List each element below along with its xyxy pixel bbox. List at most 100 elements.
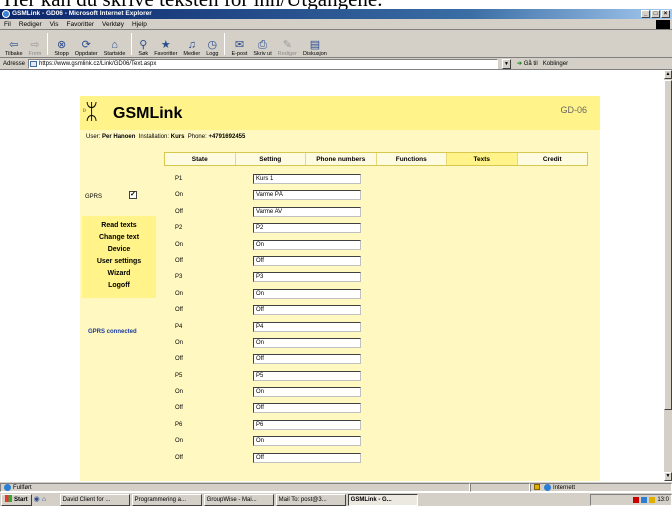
text-input[interactable]: Kurs 1 [253,174,361,184]
text-row-label: Off [175,307,183,314]
tab-credit[interactable]: Credit [518,153,588,165]
text-row: P3 P3 [164,270,588,286]
forward-arrow-icon: ⇨ [30,39,40,51]
menu-help[interactable]: Hjelp [132,21,147,28]
text-row-label: P1 [175,176,183,182]
maximize-button[interactable]: □ [651,10,660,18]
tray-network-icon[interactable] [641,496,648,503]
toolbar-button-oppdater[interactable]: ⟳ Oppdater [72,31,101,57]
address-input[interactable]: https://www.gsmlink.cz/Link/GD06/Text.as… [28,58,499,69]
text-input[interactable]: Off [253,255,361,266]
text-row-label: Off [175,405,183,412]
toolbar-button-diskusjon[interactable]: ▤ Diskusjon [300,31,330,57]
links-button[interactable]: Koblinger [543,61,568,67]
window-title-bar[interactable]: GSMLink - GD06 - Microsoft Internet Expl… [0,9,672,19]
toolbar-button-stopp[interactable]: ⊗ Stopp [51,31,71,57]
toolbar-separator [47,33,49,55]
start-label: Start [14,496,28,503]
scroll-down-button[interactable]: ▼ [664,472,672,481]
text-input[interactable]: Off [253,403,361,414]
close-button[interactable]: × [661,10,670,18]
side-menu-device[interactable]: Device [82,244,156,256]
text-row: P4 P4 [164,320,588,336]
scroll-thumb[interactable] [664,80,672,410]
scroll-up-button[interactable]: ▲ [664,70,672,79]
text-row: Off Varme AV [164,205,588,221]
toolbar-button-tilbake[interactable]: ⇦ Tilbake [2,31,26,57]
menu-tools[interactable]: Verktøy [102,21,124,28]
menu-view[interactable]: Vis [50,21,59,28]
toolbar-button-rediger[interactable]: ✎ Rediger [275,31,300,57]
taskbar-task-button[interactable]: Mail To: post@3... [275,493,346,506]
toolbar-label: Stopp [54,51,69,57]
gprs-checkbox[interactable]: ✓ [129,191,137,199]
taskbar-task-button[interactable]: GSMLink - G... [347,493,418,506]
back-arrow-icon: ⇦ [9,39,19,51]
side-menu-change-text[interactable]: Change text [82,232,156,244]
address-dropdown-button[interactable]: ▼ [502,58,512,69]
toolbar-label: Rediger [277,51,297,57]
status-text-cell: Fullført [0,482,470,492]
text-input[interactable]: Varme PÅ [253,190,361,201]
menu-bar: Fil Rediger Vis Favoritter Verktøy Hjelp [0,19,672,30]
text-input[interactable]: Varme AV [253,206,361,217]
toolbar-button-logg[interactable]: ◷ Logg [203,31,221,57]
text-input[interactable]: P3 [253,272,361,283]
text-row-label: On [175,339,184,346]
side-menu-logoff[interactable]: Logoff [82,280,156,292]
toolbar-button-medier[interactable]: ♫ Medier [180,31,203,57]
menu-file[interactable]: Fil [4,21,11,28]
text-row-label: P2 [175,225,183,232]
edit-icon: ✎ [282,39,292,51]
text-row: On On [164,434,588,450]
toolbar-label: Oppdater [74,51,98,57]
tab-bar: State Setting Phone numbers Functions Texts C… [164,152,588,166]
toolbar-button-frem[interactable]: ⇨ Frem [26,31,45,57]
text-input[interactable]: On [253,337,361,348]
tab-phone-numbers[interactable]: Phone numbers [306,153,377,165]
text-input[interactable]: P6 [253,419,361,430]
toolbar-button-startside[interactable]: ⌂ Startside [101,31,129,57]
gsmlink-page: )) ᛯ GSMLink GD-06 User: Per Hanoen Insta… [80,96,600,481]
menu-favorites[interactable]: Favoritter [67,21,94,28]
toolbar-button-skriv-ut[interactable]: ⎙ Skriv ut [250,31,274,57]
side-menu-wizard[interactable]: Wizard [82,268,156,280]
tray-volume-icon[interactable] [649,496,656,503]
tab-texts[interactable]: Texts [447,153,518,165]
toolbar-button-søk[interactable]: ⚲ Søk [135,31,151,57]
text-input[interactable]: Off [253,305,361,316]
go-arrow-icon: ➔ [517,61,523,67]
tab-state[interactable]: State [165,153,236,165]
minimize-button[interactable]: _ [641,10,650,18]
brand-title: GSMLink [113,105,183,122]
start-button[interactable]: Start [1,493,32,506]
text-input[interactable]: On [253,239,361,250]
tray-app-icon[interactable] [633,496,640,503]
text-input[interactable]: On [253,387,361,398]
taskbar-task-button[interactable]: GroupWise - Mai... [203,493,274,506]
installation-name: Kurs [170,134,185,140]
go-button[interactable]: ➔ Gå til [517,60,538,67]
side-panel: GPRS ✓ Read texts Change text Device User s… [80,166,158,481]
side-menu-user-settings[interactable]: User settings [82,256,156,268]
text-input[interactable]: Off [253,452,361,463]
tab-setting[interactable]: Setting [236,153,306,165]
vertical-scrollbar[interactable]: ▲ ▼ [663,70,672,481]
text-input[interactable]: P4 [253,321,361,332]
taskbar-task-button[interactable]: David Client for ... [59,493,130,506]
text-row-label: On [175,241,184,248]
text-input[interactable]: On [253,436,361,447]
toolbar-button-e-post[interactable]: ✉ E-post [228,31,250,57]
side-menu-read-texts[interactable]: Read texts [82,220,156,232]
quick-launch-icons[interactable]: ◉ ⌂ [34,494,58,506]
text-input[interactable]: P5 [253,370,361,381]
text-input[interactable]: P2 [253,223,361,234]
taskbar-task-button[interactable]: Programmering a... [131,493,202,506]
toolbar-label: Diskusjon [303,51,327,57]
device-code: GD-06 [560,105,587,115]
tab-functions[interactable]: Functions [377,153,447,165]
toolbar-button-favoritter[interactable]: ★ Favoritter [151,31,180,57]
text-input[interactable]: Off [253,354,361,365]
menu-edit[interactable]: Rediger [19,21,42,28]
text-input[interactable]: On [253,288,361,299]
